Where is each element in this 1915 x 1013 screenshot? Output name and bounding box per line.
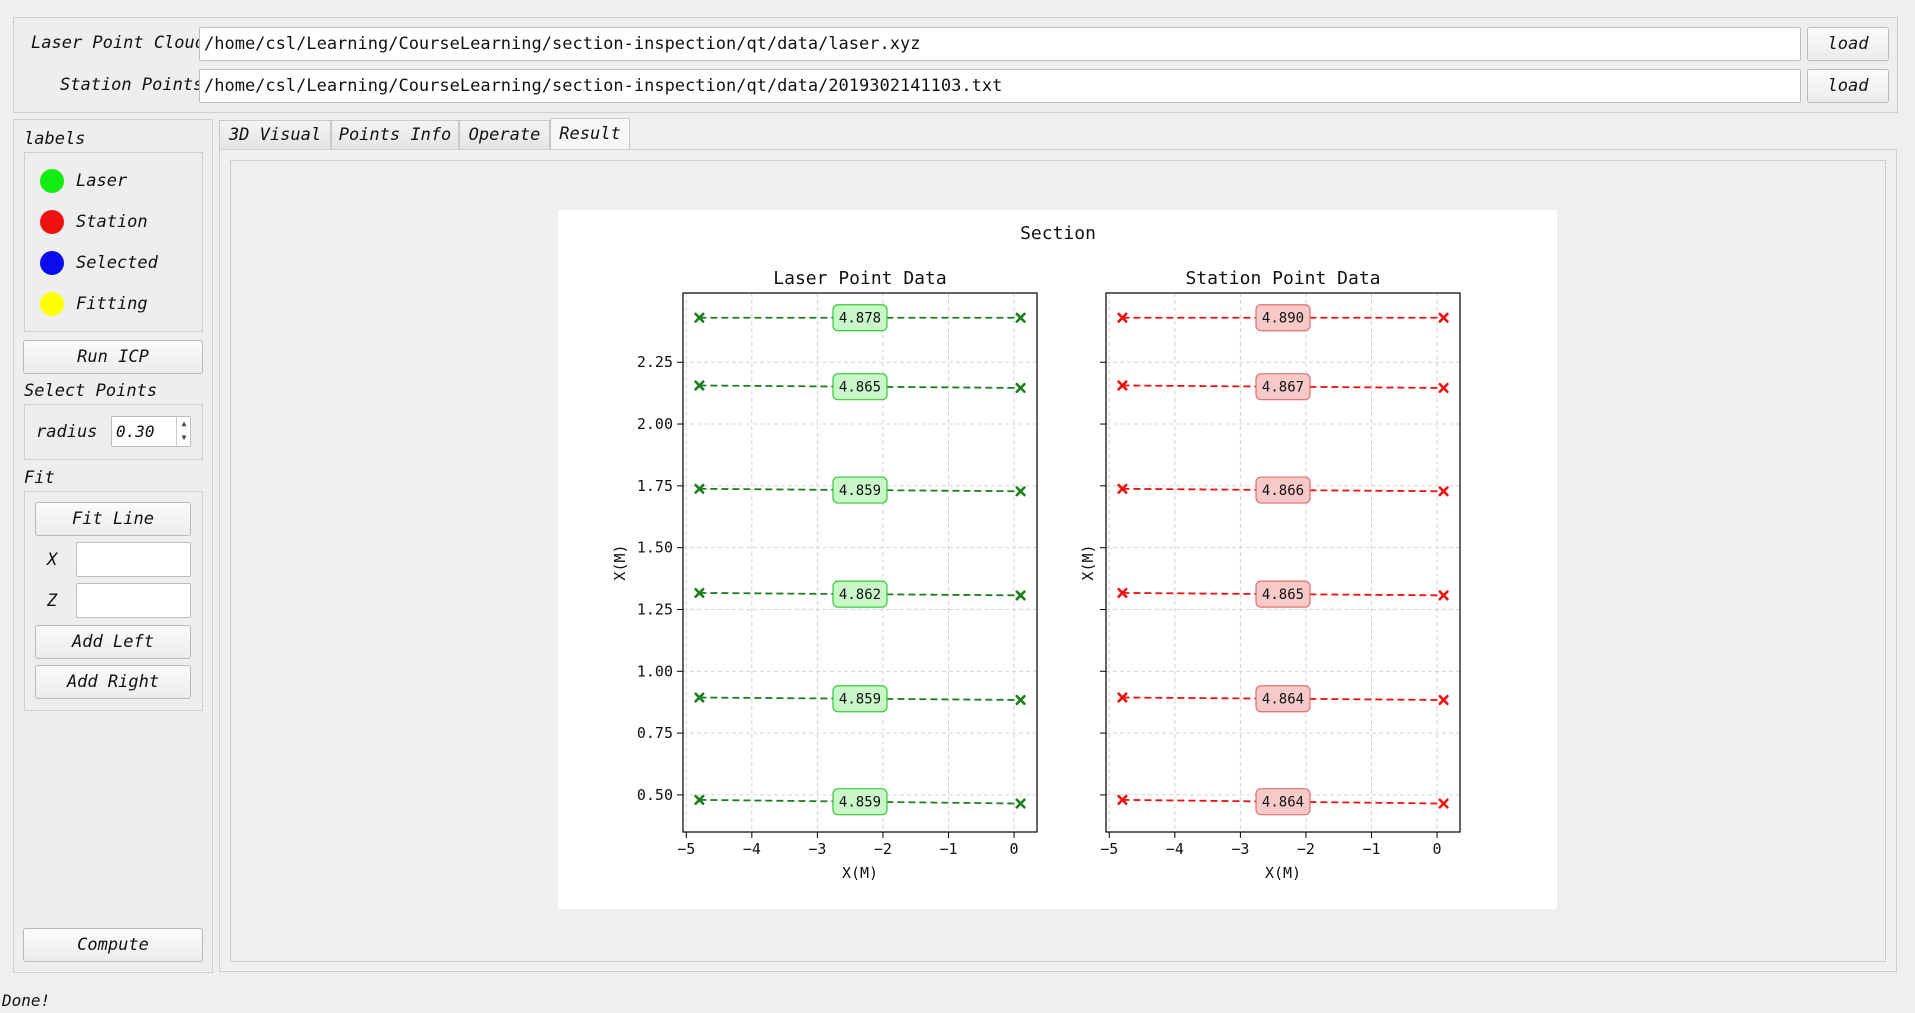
distance-label: 4.865 <box>1262 587 1304 603</box>
y-axis-label: X(M) <box>611 544 629 580</box>
x-axis-label: X(M) <box>842 864 878 882</box>
y-tick-label: 1.00 <box>637 662 673 680</box>
x-input[interactable] <box>76 542 191 577</box>
station-color-dot <box>40 210 64 234</box>
x-tick-label: −3 <box>808 840 826 858</box>
y-tick-label: 0.75 <box>637 724 673 742</box>
legend-fitting-label: Fitting <box>76 294 148 314</box>
laser-color-dot <box>40 169 64 193</box>
station-path-field[interactable]: /home/csl/Learning/CourseLearning/sectio… <box>199 69 1801 103</box>
tab-3d-visual[interactable]: 3D Visual <box>219 120 331 149</box>
x-tick-label: −2 <box>874 840 892 858</box>
stepper-up-icon[interactable]: ▲ <box>177 417 191 431</box>
tab-operate[interactable]: Operate <box>459 120 550 149</box>
compute-button[interactable]: Compute <box>23 928 203 962</box>
distance-label: 4.859 <box>839 795 881 811</box>
x-tick-label: −3 <box>1231 840 1249 858</box>
run-icp-button[interactable]: Run ICP <box>23 340 203 374</box>
select-points-title: Select Points <box>24 381 158 401</box>
x-tick-label: 0 <box>1010 840 1019 858</box>
station-points-label: Station Points <box>60 75 204 95</box>
distance-label: 4.859 <box>839 692 881 708</box>
x-tick-label: −1 <box>1362 840 1380 858</box>
z-label: Z <box>47 591 58 611</box>
subplot-title: Laser Point Data <box>773 268 946 289</box>
distance-label: 4.878 <box>839 311 881 327</box>
y-axis-label: X(M) <box>1079 544 1097 580</box>
legend-laser-label: Laser <box>76 171 128 191</box>
tab-points-info[interactable]: Points Info <box>331 120 459 149</box>
selected-color-dot <box>40 251 64 275</box>
legend-selected-label: Selected <box>76 253 158 273</box>
x-tick-label: −4 <box>1166 840 1184 858</box>
laser-path-field[interactable]: /home/csl/Learning/CourseLearning/sectio… <box>199 27 1801 61</box>
y-tick-label: 1.50 <box>637 539 673 557</box>
x-tick-label: −4 <box>743 840 761 858</box>
y-tick-label: 1.25 <box>637 600 673 618</box>
fit-line-button[interactable]: Fit Line <box>35 502 191 536</box>
distance-label: 4.864 <box>1262 795 1304 811</box>
y-tick-label: 2.00 <box>637 415 673 433</box>
load-laser-button[interactable]: load <box>1807 27 1889 61</box>
distance-label: 4.859 <box>839 483 881 499</box>
distance-label: 4.890 <box>1262 311 1304 327</box>
section-figure: Section −5 −4 −3 −2 −1 0 0.50 0.75 1.00 1.25 1.50 1… <box>558 210 1557 909</box>
tab-result[interactable]: Result <box>550 118 630 149</box>
load-station-button[interactable]: load <box>1807 69 1889 103</box>
add-left-button[interactable]: Add Left <box>35 625 191 659</box>
stepper-down-icon[interactable]: ▼ <box>177 431 191 445</box>
y-tick-label: 1.75 <box>637 477 673 495</box>
x-tick-label: −2 <box>1297 840 1315 858</box>
figure-title: Section <box>1020 223 1096 244</box>
fitting-color-dot <box>40 292 64 316</box>
distance-label: 4.864 <box>1262 692 1304 708</box>
radius-stepper[interactable]: ▲ ▼ <box>176 417 191 446</box>
figure-background <box>558 210 1557 909</box>
x-label: X <box>47 550 58 570</box>
z-input[interactable] <box>76 583 191 618</box>
y-tick-label: 2.25 <box>637 353 673 371</box>
distance-label: 4.862 <box>839 587 881 603</box>
labels-title: labels <box>24 129 86 149</box>
y-tick-label: 0.50 <box>637 786 673 804</box>
radius-label: radius <box>36 422 98 442</box>
status-text: Done! <box>2 991 51 1010</box>
distance-label: 4.865 <box>839 380 881 396</box>
x-tick-label: −5 <box>677 840 695 858</box>
distance-label: 4.867 <box>1262 380 1304 396</box>
x-tick-label: 0 <box>1433 840 1442 858</box>
distance-label: 4.866 <box>1262 483 1304 499</box>
legend-station-label: Station <box>76 212 148 232</box>
subplot-title: Station Point Data <box>1185 268 1380 289</box>
laser-cloud-label: Laser Point Cloud <box>31 33 205 53</box>
x-tick-label: −5 <box>1100 840 1118 858</box>
x-axis-label: X(M) <box>1265 864 1301 882</box>
fit-title: Fit <box>24 468 55 488</box>
x-tick-label: −1 <box>939 840 957 858</box>
add-right-button[interactable]: Add Right <box>35 665 191 699</box>
